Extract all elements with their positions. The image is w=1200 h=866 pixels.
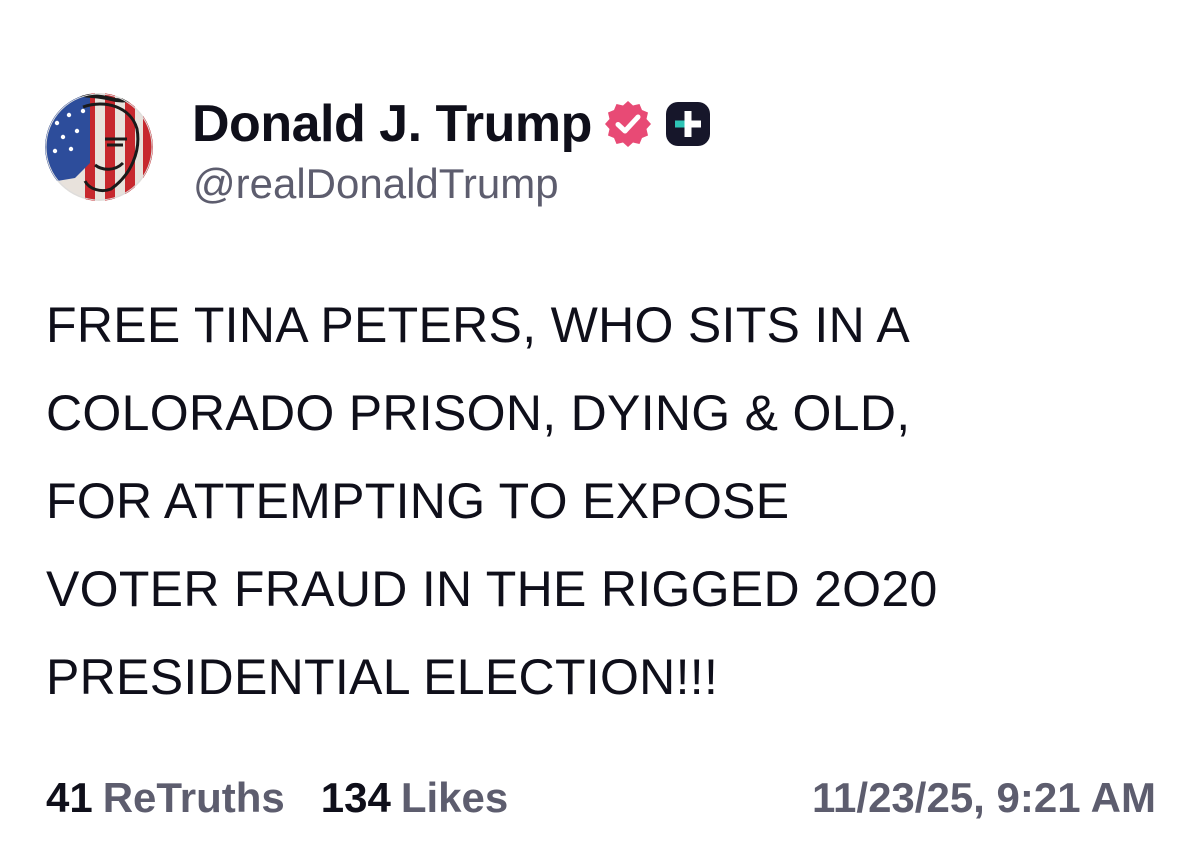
likes-stat[interactable]: 134 Likes [321, 774, 508, 822]
likes-label: Likes [400, 774, 509, 821]
author-display-name[interactable]: Donald J. Trump [192, 94, 592, 154]
likes-count: 134 [320, 774, 391, 821]
post-text-line: VOTER FRAUD IN THE RIGGED 2O20 [46, 561, 938, 617]
post-text-line: PRESIDENTIAL ELECTION!!! [46, 649, 719, 705]
post-text-line: COLORADO PRISON, DYING & OLD, [46, 385, 911, 441]
post-body-text: FREE TINA PETERS, WHO SITS IN A COLORADO… [46, 281, 1156, 721]
verified-badge-icon [602, 98, 654, 150]
post-text-line: FREE TINA PETERS, WHO SITS IN A [46, 297, 911, 353]
retruths-stat[interactable]: 41 ReTruths [46, 774, 285, 822]
truth-post: Donald J. Trump @realDonaldTrump FREE TI… [0, 0, 1200, 866]
post-stats-bar: 41 ReTruths 134 Likes 11/23/25, 9:21 AM [46, 770, 1156, 826]
avatar[interactable] [45, 93, 153, 201]
post-text-line: FOR ATTEMPTING TO EXPOSE [46, 473, 790, 529]
post-timestamp: 11/23/25, 9:21 AM [812, 774, 1156, 821]
plus-subscriber-badge-icon [664, 100, 712, 148]
avatar-image [45, 93, 153, 201]
author-handle[interactable]: @realDonaldTrump [193, 160, 559, 208]
author-name-row: Donald J. Trump [192, 92, 712, 156]
retruths-label: ReTruths [102, 774, 285, 821]
retruths-count: 41 [46, 774, 93, 821]
